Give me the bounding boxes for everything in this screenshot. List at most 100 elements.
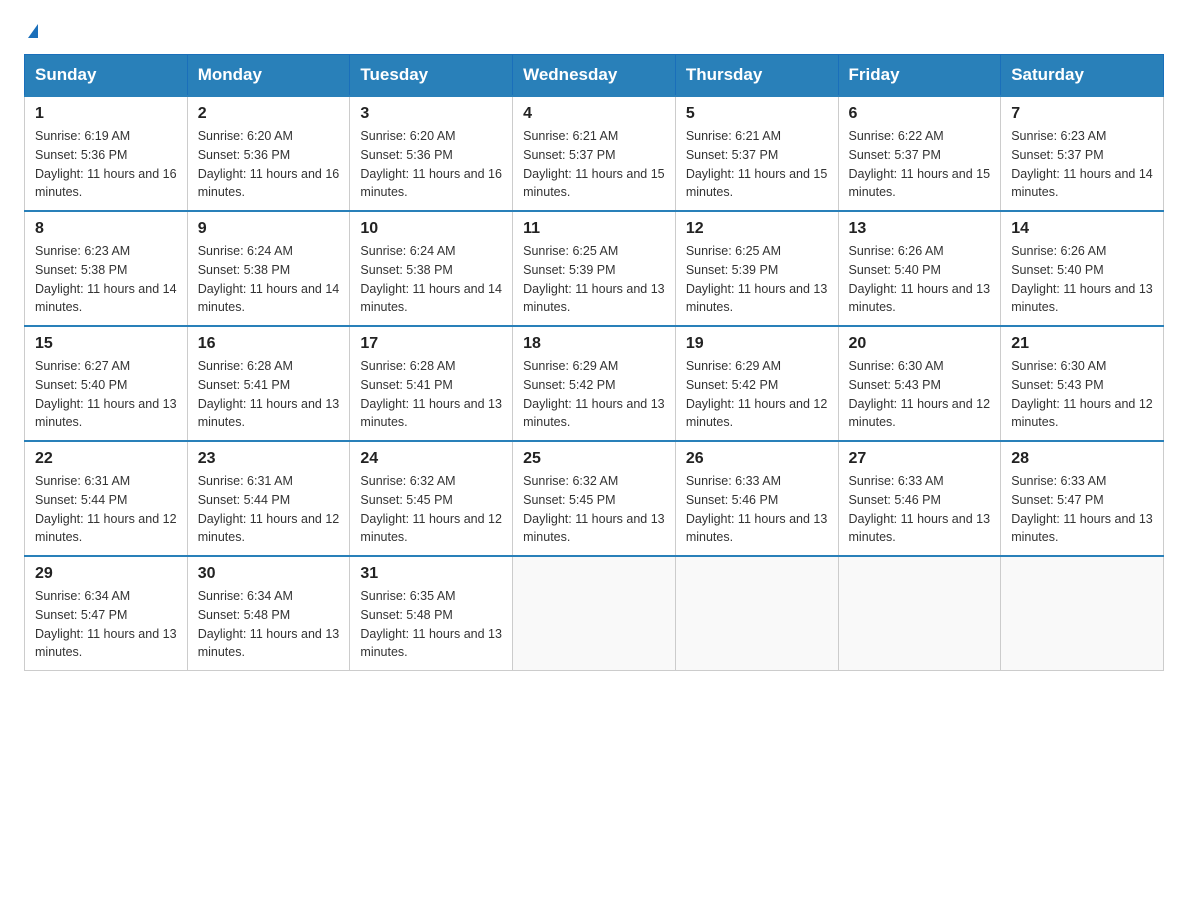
calendar-day-cell <box>838 556 1001 671</box>
calendar-day-cell: 16 Sunrise: 6:28 AM Sunset: 5:41 PM Dayl… <box>187 326 350 441</box>
calendar-day-cell: 3 Sunrise: 6:20 AM Sunset: 5:36 PM Dayli… <box>350 96 513 211</box>
day-number: 13 <box>849 220 991 238</box>
day-info: Sunrise: 6:21 AM Sunset: 5:37 PM Dayligh… <box>686 127 828 202</box>
day-number: 17 <box>360 335 502 353</box>
day-info: Sunrise: 6:23 AM Sunset: 5:38 PM Dayligh… <box>35 242 177 317</box>
calendar-week-row: 29 Sunrise: 6:34 AM Sunset: 5:47 PM Dayl… <box>25 556 1164 671</box>
page-header <box>24 24 1164 38</box>
day-info: Sunrise: 6:25 AM Sunset: 5:39 PM Dayligh… <box>686 242 828 317</box>
calendar-week-row: 15 Sunrise: 6:27 AM Sunset: 5:40 PM Dayl… <box>25 326 1164 441</box>
day-info: Sunrise: 6:26 AM Sunset: 5:40 PM Dayligh… <box>849 242 991 317</box>
day-number: 15 <box>35 335 177 353</box>
day-number: 2 <box>198 105 340 123</box>
calendar-day-cell: 2 Sunrise: 6:20 AM Sunset: 5:36 PM Dayli… <box>187 96 350 211</box>
day-number: 8 <box>35 220 177 238</box>
calendar-day-cell: 20 Sunrise: 6:30 AM Sunset: 5:43 PM Dayl… <box>838 326 1001 441</box>
day-number: 7 <box>1011 105 1153 123</box>
day-number: 23 <box>198 450 340 468</box>
day-info: Sunrise: 6:24 AM Sunset: 5:38 PM Dayligh… <box>198 242 340 317</box>
calendar-day-cell <box>675 556 838 671</box>
weekday-header-thursday: Thursday <box>675 55 838 97</box>
day-number: 11 <box>523 220 665 238</box>
calendar-table: SundayMondayTuesdayWednesdayThursdayFrid… <box>24 54 1164 671</box>
day-info: Sunrise: 6:28 AM Sunset: 5:41 PM Dayligh… <box>198 357 340 432</box>
calendar-day-cell: 10 Sunrise: 6:24 AM Sunset: 5:38 PM Dayl… <box>350 211 513 326</box>
day-number: 24 <box>360 450 502 468</box>
weekday-header-row: SundayMondayTuesdayWednesdayThursdayFrid… <box>25 55 1164 97</box>
calendar-day-cell: 23 Sunrise: 6:31 AM Sunset: 5:44 PM Dayl… <box>187 441 350 556</box>
day-number: 19 <box>686 335 828 353</box>
day-number: 20 <box>849 335 991 353</box>
calendar-day-cell: 12 Sunrise: 6:25 AM Sunset: 5:39 PM Dayl… <box>675 211 838 326</box>
day-info: Sunrise: 6:35 AM Sunset: 5:48 PM Dayligh… <box>360 587 502 662</box>
calendar-day-cell: 25 Sunrise: 6:32 AM Sunset: 5:45 PM Dayl… <box>513 441 676 556</box>
day-info: Sunrise: 6:29 AM Sunset: 5:42 PM Dayligh… <box>686 357 828 432</box>
calendar-day-cell: 21 Sunrise: 6:30 AM Sunset: 5:43 PM Dayl… <box>1001 326 1164 441</box>
day-number: 31 <box>360 565 502 583</box>
weekday-header-friday: Friday <box>838 55 1001 97</box>
weekday-header-tuesday: Tuesday <box>350 55 513 97</box>
day-number: 5 <box>686 105 828 123</box>
day-info: Sunrise: 6:30 AM Sunset: 5:43 PM Dayligh… <box>1011 357 1153 432</box>
day-info: Sunrise: 6:33 AM Sunset: 5:46 PM Dayligh… <box>686 472 828 547</box>
day-info: Sunrise: 6:28 AM Sunset: 5:41 PM Dayligh… <box>360 357 502 432</box>
calendar-day-cell: 19 Sunrise: 6:29 AM Sunset: 5:42 PM Dayl… <box>675 326 838 441</box>
calendar-day-cell <box>513 556 676 671</box>
calendar-day-cell: 13 Sunrise: 6:26 AM Sunset: 5:40 PM Dayl… <box>838 211 1001 326</box>
day-info: Sunrise: 6:22 AM Sunset: 5:37 PM Dayligh… <box>849 127 991 202</box>
day-info: Sunrise: 6:21 AM Sunset: 5:37 PM Dayligh… <box>523 127 665 202</box>
weekday-header-wednesday: Wednesday <box>513 55 676 97</box>
calendar-day-cell: 6 Sunrise: 6:22 AM Sunset: 5:37 PM Dayli… <box>838 96 1001 211</box>
calendar-day-cell: 18 Sunrise: 6:29 AM Sunset: 5:42 PM Dayl… <box>513 326 676 441</box>
calendar-day-cell: 22 Sunrise: 6:31 AM Sunset: 5:44 PM Dayl… <box>25 441 188 556</box>
day-number: 29 <box>35 565 177 583</box>
day-info: Sunrise: 6:27 AM Sunset: 5:40 PM Dayligh… <box>35 357 177 432</box>
weekday-header-monday: Monday <box>187 55 350 97</box>
day-info: Sunrise: 6:20 AM Sunset: 5:36 PM Dayligh… <box>360 127 502 202</box>
calendar-day-cell: 30 Sunrise: 6:34 AM Sunset: 5:48 PM Dayl… <box>187 556 350 671</box>
day-number: 21 <box>1011 335 1153 353</box>
calendar-day-cell: 28 Sunrise: 6:33 AM Sunset: 5:47 PM Dayl… <box>1001 441 1164 556</box>
weekday-header-sunday: Sunday <box>25 55 188 97</box>
calendar-day-cell: 9 Sunrise: 6:24 AM Sunset: 5:38 PM Dayli… <box>187 211 350 326</box>
day-info: Sunrise: 6:34 AM Sunset: 5:47 PM Dayligh… <box>35 587 177 662</box>
calendar-day-cell: 26 Sunrise: 6:33 AM Sunset: 5:46 PM Dayl… <box>675 441 838 556</box>
day-number: 28 <box>1011 450 1153 468</box>
day-number: 16 <box>198 335 340 353</box>
day-info: Sunrise: 6:33 AM Sunset: 5:46 PM Dayligh… <box>849 472 991 547</box>
day-info: Sunrise: 6:31 AM Sunset: 5:44 PM Dayligh… <box>198 472 340 547</box>
weekday-header-saturday: Saturday <box>1001 55 1164 97</box>
calendar-day-cell: 5 Sunrise: 6:21 AM Sunset: 5:37 PM Dayli… <box>675 96 838 211</box>
logo <box>24 24 38 38</box>
day-number: 12 <box>686 220 828 238</box>
calendar-day-cell: 27 Sunrise: 6:33 AM Sunset: 5:46 PM Dayl… <box>838 441 1001 556</box>
day-info: Sunrise: 6:32 AM Sunset: 5:45 PM Dayligh… <box>523 472 665 547</box>
day-number: 25 <box>523 450 665 468</box>
day-number: 10 <box>360 220 502 238</box>
day-number: 4 <box>523 105 665 123</box>
calendar-day-cell: 14 Sunrise: 6:26 AM Sunset: 5:40 PM Dayl… <box>1001 211 1164 326</box>
calendar-day-cell <box>1001 556 1164 671</box>
calendar-day-cell: 17 Sunrise: 6:28 AM Sunset: 5:41 PM Dayl… <box>350 326 513 441</box>
day-info: Sunrise: 6:29 AM Sunset: 5:42 PM Dayligh… <box>523 357 665 432</box>
day-info: Sunrise: 6:34 AM Sunset: 5:48 PM Dayligh… <box>198 587 340 662</box>
day-number: 27 <box>849 450 991 468</box>
day-info: Sunrise: 6:26 AM Sunset: 5:40 PM Dayligh… <box>1011 242 1153 317</box>
day-number: 18 <box>523 335 665 353</box>
calendar-week-row: 1 Sunrise: 6:19 AM Sunset: 5:36 PM Dayli… <box>25 96 1164 211</box>
calendar-day-cell: 29 Sunrise: 6:34 AM Sunset: 5:47 PM Dayl… <box>25 556 188 671</box>
calendar-day-cell: 8 Sunrise: 6:23 AM Sunset: 5:38 PM Dayli… <box>25 211 188 326</box>
day-number: 6 <box>849 105 991 123</box>
day-info: Sunrise: 6:23 AM Sunset: 5:37 PM Dayligh… <box>1011 127 1153 202</box>
day-number: 9 <box>198 220 340 238</box>
day-info: Sunrise: 6:33 AM Sunset: 5:47 PM Dayligh… <box>1011 472 1153 547</box>
day-number: 14 <box>1011 220 1153 238</box>
calendar-day-cell: 4 Sunrise: 6:21 AM Sunset: 5:37 PM Dayli… <box>513 96 676 211</box>
day-info: Sunrise: 6:25 AM Sunset: 5:39 PM Dayligh… <box>523 242 665 317</box>
day-info: Sunrise: 6:30 AM Sunset: 5:43 PM Dayligh… <box>849 357 991 432</box>
calendar-day-cell: 31 Sunrise: 6:35 AM Sunset: 5:48 PM Dayl… <box>350 556 513 671</box>
calendar-day-cell: 11 Sunrise: 6:25 AM Sunset: 5:39 PM Dayl… <box>513 211 676 326</box>
calendar-week-row: 8 Sunrise: 6:23 AM Sunset: 5:38 PM Dayli… <box>25 211 1164 326</box>
logo-triangle-icon <box>28 24 38 38</box>
calendar-day-cell: 1 Sunrise: 6:19 AM Sunset: 5:36 PM Dayli… <box>25 96 188 211</box>
